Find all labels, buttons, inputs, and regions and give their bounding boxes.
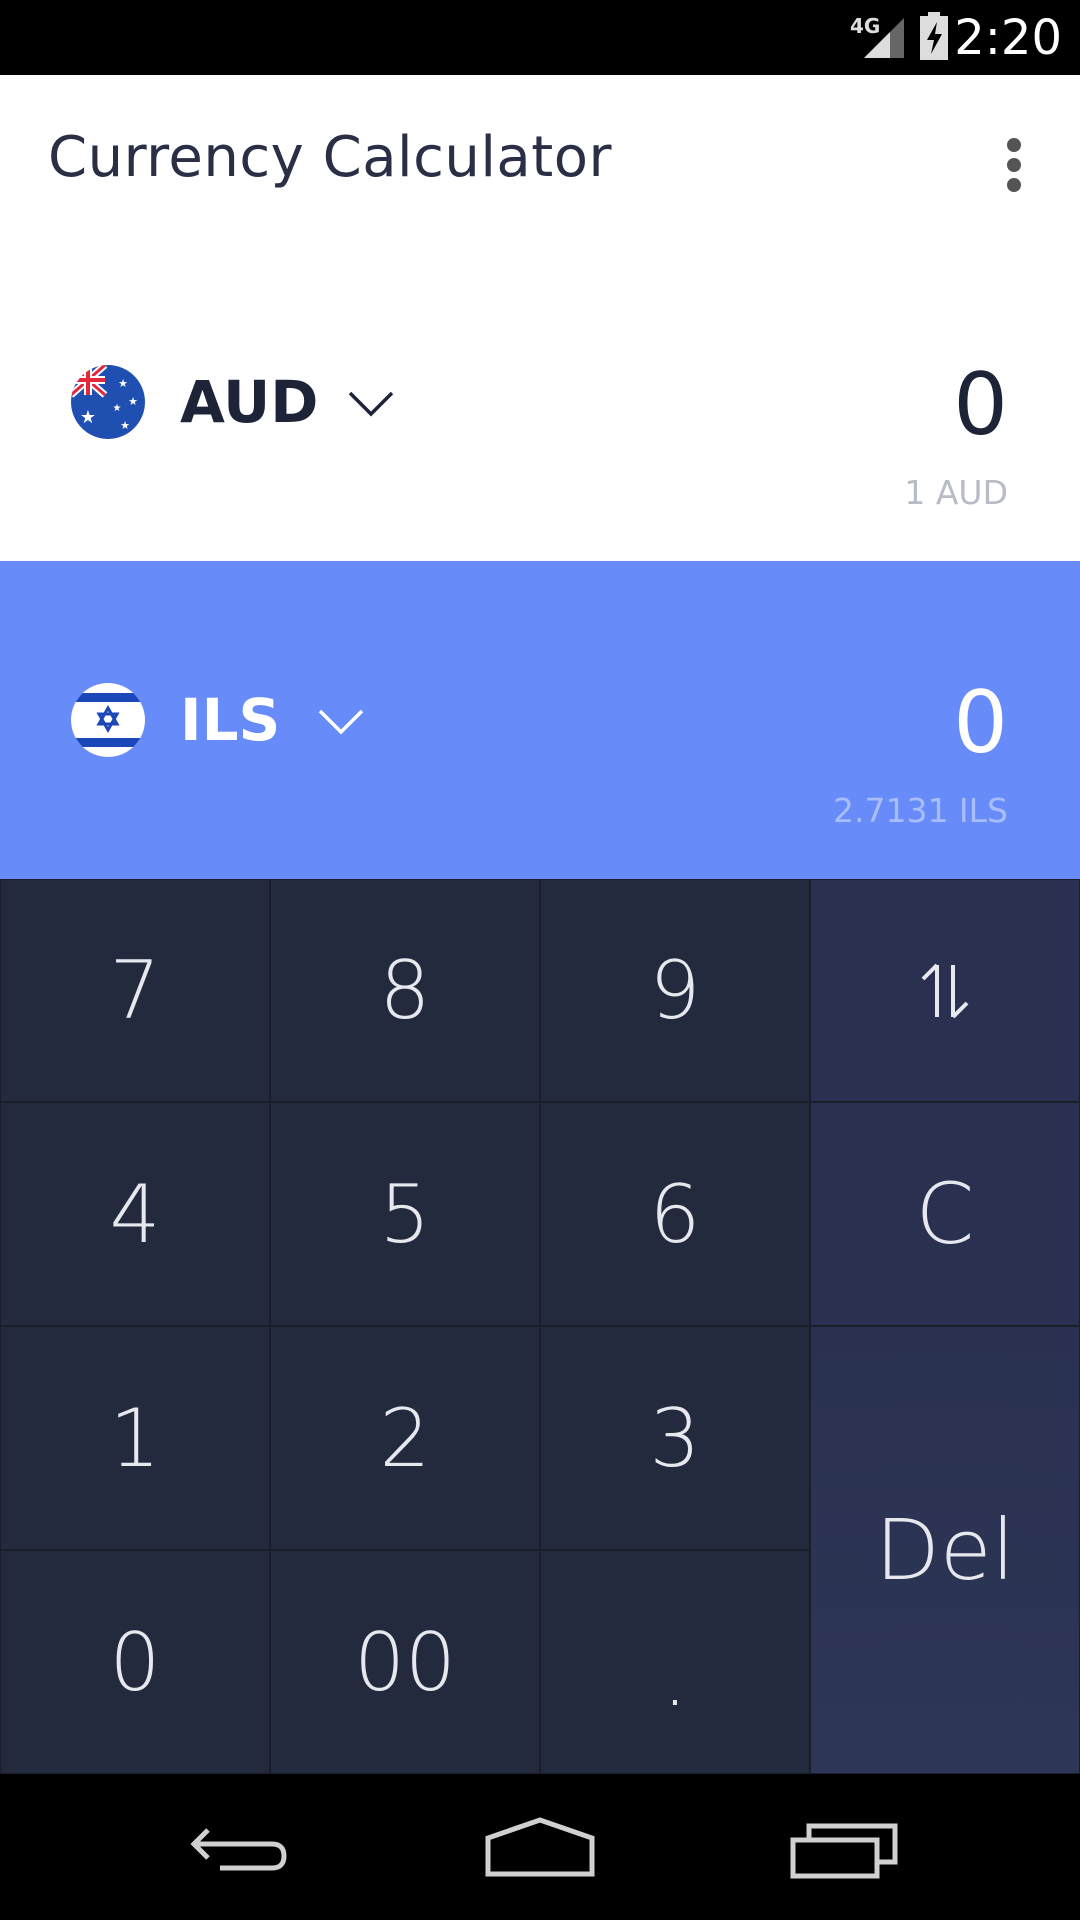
navigation-bar <box>0 1774 1080 1920</box>
swap-currencies-button[interactable] <box>810 879 1080 1102</box>
key-0[interactable]: 0 <box>0 1550 270 1774</box>
status-bar: 4G 2:20 <box>0 0 1080 75</box>
key-1[interactable]: 1 <box>0 1326 270 1550</box>
key-9[interactable]: 9 <box>540 879 810 1102</box>
key-7[interactable]: 7 <box>0 879 270 1102</box>
chevron-down-icon[interactable] <box>346 388 396 418</box>
key-decimal[interactable]: . <box>540 1550 810 1774</box>
svg-text:★: ★ <box>120 419 130 432</box>
key-00[interactable]: 00 <box>270 1550 540 1774</box>
svg-text:★: ★ <box>113 403 122 414</box>
to-currency-code[interactable]: ILS <box>180 685 280 755</box>
to-rate: 2.7131 ILS <box>832 791 1008 830</box>
battery-charging-icon <box>920 12 948 60</box>
israel-flag-icon <box>71 683 145 757</box>
more-vert-icon <box>1007 138 1021 152</box>
svg-text:★: ★ <box>118 377 128 390</box>
clear-button[interactable]: C <box>810 1102 1080 1326</box>
key-6[interactable]: 6 <box>540 1102 810 1326</box>
swap-vertical-icon <box>921 963 969 1018</box>
app-bar: Currency Calculator <box>0 75 1080 245</box>
australia-flag-icon: ★ ★ ★ ★ ★ <box>71 365 145 439</box>
status-time: 2:20 <box>954 10 1062 66</box>
delete-button[interactable]: Del <box>810 1326 1080 1774</box>
more-options-button[interactable] <box>990 130 1038 200</box>
page-title: Currency Calculator <box>48 125 612 190</box>
key-3[interactable]: 3 <box>540 1326 810 1550</box>
screen: 4G 2:20 Currency Calculator ★ ★ ★ ★ ★ AU… <box>0 0 1080 1920</box>
svg-text:★: ★ <box>80 407 96 428</box>
network-type: 4G <box>850 14 881 38</box>
key-2[interactable]: 2 <box>270 1326 540 1550</box>
back-icon[interactable] <box>180 1814 300 1884</box>
recent-apps-icon[interactable] <box>785 1814 905 1884</box>
chevron-down-icon[interactable] <box>316 706 366 736</box>
home-icon[interactable] <box>480 1814 600 1884</box>
key-4[interactable]: 4 <box>0 1102 270 1326</box>
to-currency-row[interactable]: ILS 0 2.7131 ILS <box>0 561 1080 879</box>
from-currency-row[interactable]: ★ ★ ★ ★ ★ AUD 0 1 AUD <box>0 245 1080 561</box>
from-currency-code[interactable]: AUD <box>180 367 318 437</box>
keypad: 7 8 9 4 5 6 C 1 2 3 Del 0 00 . <box>0 879 1080 1774</box>
key-8[interactable]: 8 <box>270 879 540 1102</box>
from-rate: 1 AUD <box>904 473 1008 512</box>
svg-text:★: ★ <box>128 395 138 408</box>
to-amount: 0 <box>953 673 1008 773</box>
key-5[interactable]: 5 <box>270 1102 540 1326</box>
from-amount: 0 <box>953 355 1008 455</box>
